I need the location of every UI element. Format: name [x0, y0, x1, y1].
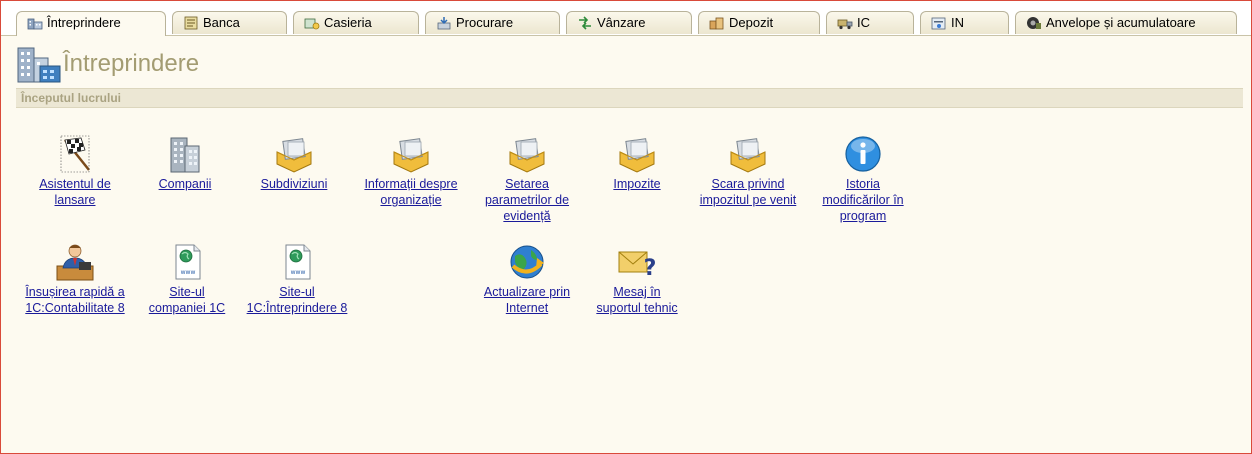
cmd-companies[interactable]: Companii — [145, 134, 225, 192]
tab-label: Procurare — [456, 15, 514, 30]
section-tabbar: Întreprindere Banca Casieria Procurare V… — [1, 1, 1251, 36]
warehouse-icon — [709, 17, 724, 30]
cmd-label: Actualizare prin Internet — [483, 285, 571, 315]
cmd-support-message[interactable]: ? Mesaj în suportul tehnic — [595, 242, 679, 316]
mail-question-icon: ? — [618, 251, 657, 281]
cash-register-icon — [304, 18, 320, 30]
tab-label: Casieria — [324, 15, 372, 30]
tab-label: IC — [857, 15, 870, 30]
svg-text:?: ? — [644, 256, 657, 281]
wizard-flag-icon — [60, 135, 90, 173]
svg-text:www: www — [291, 269, 306, 276]
purchase-icon — [437, 17, 451, 30]
catalog-folder-icon — [393, 138, 429, 173]
tab-anvelope-acumulatoare[interactable]: Anvelope și acumulatoare — [1015, 11, 1237, 34]
tab-ic[interactable]: IC — [826, 11, 914, 34]
catalog-folder-icon — [509, 138, 545, 173]
tab-label: Anvelope și acumulatoare — [1046, 15, 1196, 30]
cmd-label: Informații despre organizație — [364, 177, 458, 207]
cmd-1c-enterprise-site[interactable]: www Site-ul 1C:Întreprindere 8 — [239, 242, 355, 316]
main-window: Întreprindere Banca Casieria Procurare V… — [0, 0, 1252, 454]
cmd-1c-company-site[interactable]: www Site-ul companiei 1C — [141, 242, 233, 316]
tab-banca[interactable]: Banca — [172, 11, 287, 34]
tab-intreprindere[interactable]: Întreprindere — [16, 11, 166, 36]
teacher-icon — [56, 244, 94, 281]
tab-label: IN — [951, 15, 964, 30]
cmd-label: Scara privind impozitul pe venit — [699, 177, 797, 207]
tab-casieria[interactable]: Casieria — [293, 11, 419, 34]
truck-icon — [837, 19, 853, 30]
cmd-accounting-settings[interactable]: Setarea parametrilor de evidență — [475, 134, 579, 224]
tab-in[interactable]: IN — [920, 11, 1009, 34]
info-icon — [845, 136, 881, 172]
intangible-icon — [931, 17, 946, 30]
cmd-taxes[interactable]: Impozite — [597, 134, 677, 192]
cmd-label: Site-ul companiei 1C — [148, 285, 226, 315]
cmd-label: Subdiviziuni — [260, 177, 328, 191]
tab-label: Vânzare — [597, 15, 646, 30]
cmd-organization-info[interactable]: Informații despre organizație — [353, 134, 469, 208]
cmd-income-tax-scale[interactable]: Scara privind impozitul pe venit — [691, 134, 805, 208]
section-header: Începutul lucrului — [16, 88, 1243, 108]
cmd-internet-update[interactable]: Actualizare prin Internet — [475, 242, 579, 316]
page-title: Întreprindere — [63, 50, 200, 77]
cmd-label: Setarea parametrilor de evidență — [484, 177, 570, 223]
tab-depozit[interactable]: Depozit — [698, 11, 820, 34]
enterprise-icon — [17, 47, 61, 83]
sales-icon — [579, 16, 591, 30]
tab-label: Întreprindere — [47, 15, 121, 30]
globe-update-icon — [510, 245, 544, 279]
cmd-label: Istoria modificărilor în program — [822, 177, 904, 223]
cmd-label: Companii — [158, 177, 212, 191]
cmd-change-history[interactable]: Istoria modificărilor în program — [813, 134, 913, 224]
tab-label: Depozit — [729, 15, 774, 30]
web-page-icon: www — [175, 244, 201, 280]
catalog-folder-icon — [276, 138, 312, 173]
tires-icon — [1027, 17, 1041, 29]
buildings-icon — [170, 137, 200, 173]
tab-label: Banca — [203, 15, 240, 30]
web-page-icon: www — [285, 244, 311, 280]
cmd-label: Asistentul de lansare — [39, 177, 111, 207]
cmd-label: Mesaj în suportul tehnic — [596, 285, 678, 315]
tab-procurare[interactable]: Procurare — [425, 11, 560, 34]
catalog-folder-icon — [619, 138, 655, 173]
cmd-label: Impozite — [613, 177, 661, 191]
cmd-launch-wizard[interactable]: Asistentul de lansare — [27, 134, 123, 208]
cmd-label: Însușirea rapidă a 1C:Contabilitate 8 — [25, 285, 125, 315]
cmd-subdivisions[interactable]: Subdiviziuni — [249, 134, 339, 192]
enterprise-icon — [27, 18, 43, 30]
svg-text:www: www — [181, 269, 196, 276]
section-title: Începutul lucrului — [21, 91, 122, 105]
tab-vanzare[interactable]: Vânzare — [566, 11, 692, 34]
bank-icon — [184, 16, 198, 30]
cmd-quick-learning[interactable]: Însușirea rapidă a 1C:Contabilitate 8 — [17, 242, 133, 316]
cmd-label: Site-ul 1C:Întreprindere 8 — [246, 285, 348, 315]
catalog-folder-icon — [730, 138, 766, 173]
